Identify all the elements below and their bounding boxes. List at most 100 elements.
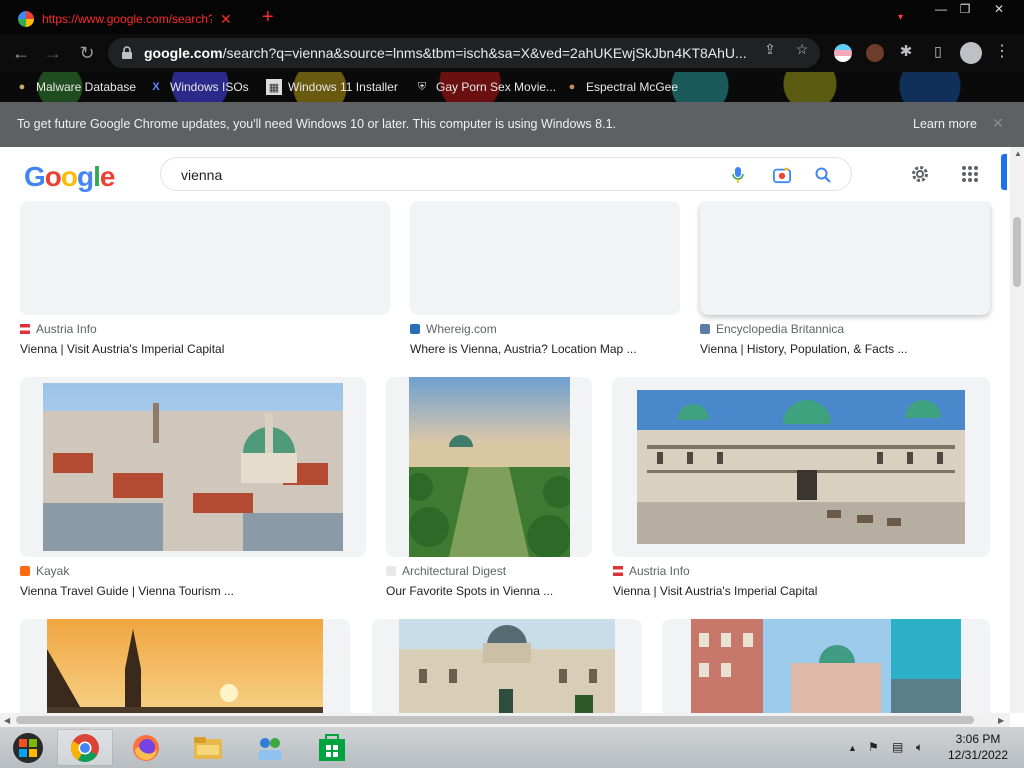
browser-tab[interactable]: https://www.google.com/search?q ✕ <box>8 4 248 34</box>
lock-icon <box>122 46 132 59</box>
result-source[interactable]: Whereig.com <box>410 322 497 336</box>
taskbar-firefox[interactable] <box>118 729 174 766</box>
taskbar-chrome[interactable] <box>57 729 113 766</box>
taskbar-store[interactable] <box>304 729 360 766</box>
vertical-scrollbar[interactable]: ▲ <box>1010 147 1024 713</box>
address-bar[interactable]: google.com/search?q=vienna&source=lnms&t… <box>108 38 820 68</box>
start-button[interactable] <box>0 729 56 766</box>
result-image-card[interactable] <box>20 619 350 713</box>
network-icon[interactable]: ▤ <box>892 740 903 754</box>
ad-logo-icon <box>386 566 396 576</box>
result-image[interactable] <box>20 201 390 315</box>
bookmarks-bar: ● Malware Database X Windows ISOs ▦ Wind… <box>0 72 1024 102</box>
search-icon[interactable] <box>814 166 832 184</box>
person-icon: ● <box>18 81 26 93</box>
store-icon <box>319 733 345 761</box>
result-source[interactable]: Austria Info <box>613 564 690 578</box>
folder-icon <box>194 736 222 759</box>
taskbar-control-panel[interactable] <box>242 729 298 766</box>
result-source[interactable]: Architectural Digest <box>386 564 506 578</box>
profile-avatar-icon[interactable] <box>960 42 982 64</box>
result-caption[interactable]: Our Favorite Spots in Vienna ... <box>386 584 553 598</box>
horizontal-scrollbar[interactable]: ◀ ▶ <box>0 713 1010 727</box>
google-doodle-logo[interactable]: Google <box>24 161 115 193</box>
vertical-scroll-thumb[interactable] <box>1013 217 1021 287</box>
austria-flag-icon <box>20 324 30 334</box>
taskbar-file-explorer[interactable] <box>180 729 236 766</box>
volume-icon[interactable]: 🔈︎ <box>916 740 923 755</box>
kayak-logo-icon <box>20 566 30 576</box>
result-image-card[interactable] <box>372 619 642 713</box>
start-orb-icon <box>13 732 43 763</box>
tab-search-icon[interactable]: ▾ <box>898 12 903 23</box>
bookmark-windows-11-installer[interactable]: ▦ Windows 11 Installer <box>266 78 398 96</box>
browser-toolbar: ← → ↻ google.com/search?q=vienna&source=… <box>0 34 1024 72</box>
back-button[interactable]: ← <box>10 42 32 64</box>
firefox-icon <box>133 734 159 761</box>
result-caption[interactable]: Vienna | History, Population, & Facts ..… <box>700 342 907 356</box>
bookmark-espectral-mcgee[interactable]: ● Espectral McGee <box>564 78 678 96</box>
title-bar: https://www.google.com/search?q ✕ + ▾ — … <box>0 0 1024 34</box>
vienna-garden-photo <box>409 377 570 557</box>
image-results: Austria Info Vienna | Visit Austria's Im… <box>0 201 1010 713</box>
vienna-rooftops-photo <box>43 383 343 551</box>
system-clock[interactable]: 3:06 PM 12/31/2022 <box>940 731 1016 763</box>
result-caption[interactable]: Vienna | Visit Austria's Imperial Capita… <box>20 342 224 356</box>
extension-avatar-icon[interactable] <box>866 44 884 62</box>
sign-in-button[interactable] <box>1001 154 1007 190</box>
extension-flag-icon[interactable] <box>834 44 852 62</box>
horizontal-scroll-thumb[interactable] <box>16 716 974 724</box>
google-header: Google vienna <box>0 147 1010 201</box>
tab-close-icon[interactable]: ✕ <box>220 11 232 28</box>
whereig-icon <box>410 324 420 334</box>
bookmark-star-icon[interactable]: ☆ <box>794 41 810 57</box>
result-image-card[interactable] <box>662 619 990 713</box>
camera-lens-icon[interactable] <box>773 166 791 184</box>
result-image-card[interactable] <box>386 377 592 557</box>
search-box[interactable]: vienna <box>160 157 852 191</box>
bookmark-windows-isos[interactable]: X Windows ISOs <box>148 78 248 96</box>
result-source[interactable]: Encyclopedia Britannica <box>700 322 844 336</box>
url-text: google.com/search?q=vienna&source=lnms&t… <box>144 45 747 61</box>
result-source[interactable]: Austria Info <box>20 322 97 336</box>
search-query[interactable]: vienna <box>181 167 222 183</box>
microphone-icon[interactable] <box>729 166 747 184</box>
action-center-flag-icon[interactable]: ⚑ <box>868 740 879 754</box>
scroll-left-icon[interactable]: ◀ <box>4 716 10 725</box>
apps-grid-icon[interactable] <box>958 162 982 186</box>
infobar-message: To get future Google Chrome updates, you… <box>17 117 616 131</box>
show-hidden-icons-icon[interactable]: ▲ <box>848 743 857 753</box>
museum-building-photo <box>399 619 615 713</box>
extensions-puzzle-icon[interactable]: ✱ <box>898 43 914 60</box>
result-image-card[interactable] <box>612 377 990 557</box>
bookmark-malware-database[interactable]: ● Malware Database <box>14 78 136 96</box>
clock-time: 3:06 PM <box>955 732 1001 746</box>
scroll-up-icon[interactable]: ▲ <box>1014 149 1022 158</box>
menu-kebab-icon[interactable]: ⋮ <box>994 43 1010 60</box>
tab-title: https://www.google.com/search?q <box>42 12 212 26</box>
share-icon[interactable]: ⇪ <box>762 41 778 57</box>
new-tab-button[interactable]: + <box>262 6 274 29</box>
britannica-thistle-icon <box>700 324 710 334</box>
stephansdom-sunset-photo <box>47 619 323 713</box>
result-image[interactable] <box>410 201 680 315</box>
result-caption[interactable]: Where is Vienna, Austria? Location Map .… <box>410 342 637 356</box>
settings-gear-icon[interactable] <box>908 162 932 186</box>
result-image-card[interactable] <box>20 377 366 557</box>
result-image[interactable] <box>700 201 990 315</box>
installer-icon: ▦ <box>266 79 282 95</box>
reload-button[interactable]: ↻ <box>76 42 98 64</box>
restore-button[interactable]: ❐ <box>950 0 980 18</box>
close-window-button[interactable]: ✕ <box>984 0 1014 18</box>
users-icon <box>258 737 282 760</box>
bookmark-gay-porn[interactable]: ⛨ Gay Porn Sex Movie... <box>414 78 556 96</box>
scroll-right-icon[interactable]: ▶ <box>998 716 1004 725</box>
learn-more-link[interactable]: Learn more <box>913 117 977 131</box>
forward-button[interactable]: → <box>42 42 64 64</box>
side-panel-icon[interactable]: ▯ <box>930 43 946 59</box>
result-caption[interactable]: Vienna Travel Guide | Vienna Tourism ... <box>20 584 234 598</box>
x-logo-icon: X <box>152 81 160 93</box>
infobar-close-icon[interactable]: ✕ <box>992 115 1004 132</box>
result-source[interactable]: Kayak <box>20 564 69 578</box>
result-caption[interactable]: Vienna | Visit Austria's Imperial Capita… <box>613 584 817 598</box>
